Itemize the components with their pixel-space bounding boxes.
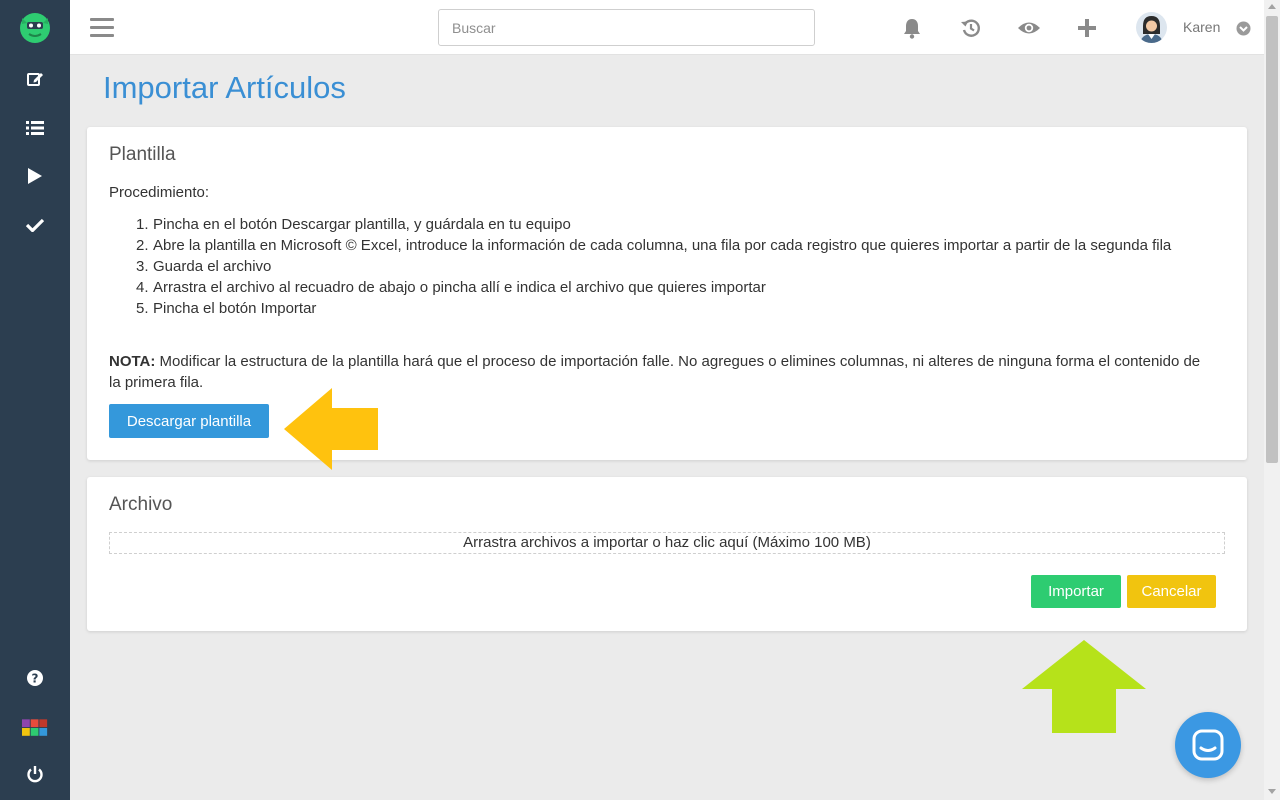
scroll-down-icon[interactable] <box>1268 789 1276 794</box>
menu-toggle-icon[interactable] <box>90 18 114 38</box>
scrollbar[interactable] <box>1264 0 1280 800</box>
history-icon[interactable] <box>959 16 983 40</box>
step-text: Pincha el botón Importar <box>153 300 317 317</box>
bell-icon[interactable] <box>900 16 924 40</box>
note-body: Modificar la estructura de la plantilla … <box>109 353 1201 391</box>
note-label: NOTA: <box>109 353 156 370</box>
app-logo[interactable] <box>18 10 52 44</box>
check-icon[interactable] <box>22 212 48 238</box>
page-title: Importar Artículos <box>103 70 346 105</box>
file-dropzone[interactable]: Arrastra archivos a importar o haz clic … <box>109 532 1225 554</box>
note-text: NOTA: Modificar la estructura de la plan… <box>109 351 1209 393</box>
sidebar: ? <box>0 0 70 800</box>
apps-grid-icon[interactable] <box>22 715 48 741</box>
plus-icon[interactable] <box>1075 16 1099 40</box>
list-item: 4. Arrastra el archivo al recuadro de aba… <box>109 277 1199 298</box>
step-number: 1. <box>136 216 149 233</box>
step-text: Guarda el archivo <box>153 258 272 275</box>
download-template-button[interactable]: Descargar plantilla <box>109 404 269 438</box>
plantilla-title: Plantilla <box>109 144 176 165</box>
step-number: 3. <box>136 258 149 275</box>
scroll-up-icon[interactable] <box>1268 4 1276 9</box>
list-item: 2. Abre la plantilla en Microsoft © Excel… <box>109 235 1199 256</box>
import-button[interactable]: Importar <box>1031 575 1121 608</box>
scroll-thumb[interactable] <box>1266 16 1278 463</box>
list-item: 1. Pincha en el botón Descargar plantilla… <box>109 214 1199 235</box>
search-input[interactable] <box>438 9 815 46</box>
chat-icon <box>1192 729 1224 761</box>
archivo-card: Archivo Arrastra archivos a importar o h… <box>87 477 1247 631</box>
help-icon[interactable]: ? <box>22 665 48 691</box>
archivo-title: Archivo <box>109 494 173 515</box>
list-icon[interactable] <box>22 115 48 141</box>
step-number: 2. <box>136 237 149 254</box>
plantilla-card: Plantilla Procedimiento: 1. Pincha en el … <box>87 127 1247 460</box>
svg-text:?: ? <box>32 672 39 686</box>
chevron-down-icon[interactable] <box>1236 21 1251 36</box>
eye-icon[interactable] <box>1017 16 1041 40</box>
step-text: Pincha en el botón Descargar plantilla, … <box>153 216 571 233</box>
user-name[interactable]: Karen <box>1183 19 1220 35</box>
procedure-label: Procedimiento: <box>109 184 210 201</box>
play-icon[interactable] <box>22 163 48 189</box>
step-text: Abre la plantilla en Microsoft © Excel, … <box>153 237 1172 254</box>
arrow-left-icon <box>284 388 378 470</box>
edit-icon[interactable] <box>22 66 48 92</box>
chat-widget-button[interactable] <box>1175 712 1241 778</box>
list-item: 5. Pincha el botón Importar <box>109 298 1199 319</box>
top-bar: Karen <box>70 0 1264 55</box>
arrow-up-icon <box>1022 640 1146 733</box>
step-number: 4. <box>136 279 149 296</box>
power-icon[interactable] <box>22 761 48 787</box>
steps-list: 1. Pincha en el botón Descargar plantilla… <box>109 214 1199 319</box>
list-item: 3. Guarda el archivo <box>109 256 1199 277</box>
avatar[interactable] <box>1136 12 1167 43</box>
step-number: 5. <box>136 300 149 317</box>
cancel-button[interactable]: Cancelar <box>1127 575 1216 608</box>
step-text: Arrastra el archivo al recuadro de abajo… <box>153 279 766 296</box>
